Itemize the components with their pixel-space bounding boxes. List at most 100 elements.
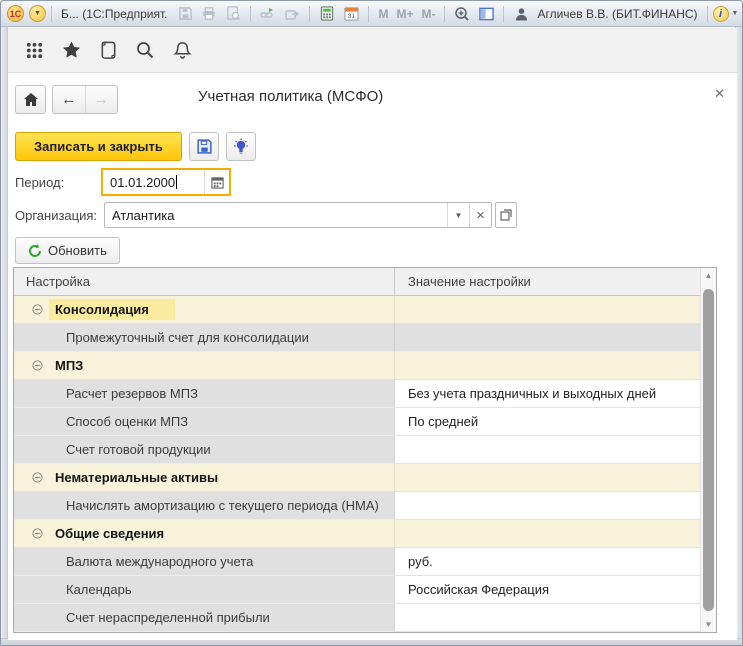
- setting-cell[interactable]: Календарь: [14, 576, 395, 604]
- scroll-down-icon[interactable]: ▼: [701, 620, 716, 629]
- table-row[interactable]: Способ оценки МПЗ По средней: [14, 408, 716, 436]
- column-header-value[interactable]: Значение настройки: [395, 268, 700, 295]
- settings-table-body: Консолидация Промежуточный счет для конс…: [14, 296, 716, 632]
- text-cursor: [176, 175, 177, 189]
- table-row[interactable]: Календарь Российская Федерация: [14, 576, 716, 604]
- table-row[interactable]: Нематериальные активы: [14, 464, 716, 492]
- setting-cell[interactable]: Счет готовой продукции: [14, 436, 395, 464]
- value-cell[interactable]: руб.: [395, 548, 700, 576]
- scrollbar-thumb[interactable]: [703, 289, 714, 611]
- zoom-icon[interactable]: [452, 5, 472, 23]
- calculator-icon[interactable]: [317, 5, 337, 23]
- setting-cell[interactable]: Начислять амортизацию с текущего периода…: [14, 492, 395, 520]
- organization-input[interactable]: Атлантика ▼ ✕: [104, 202, 492, 228]
- save-icon[interactable]: [175, 5, 195, 23]
- main-menu-button[interactable]: ▼: [29, 5, 46, 22]
- favorites-star-icon[interactable]: [60, 39, 82, 61]
- hint-button[interactable]: [226, 132, 256, 161]
- settings-table: Настройка Значение настройки Консолидаци…: [13, 267, 717, 633]
- table-row[interactable]: Валюта международного учета руб.: [14, 548, 716, 576]
- refresh-button[interactable]: Обновить: [15, 237, 120, 264]
- memory-m-button[interactable]: M: [378, 7, 388, 21]
- divider: [250, 6, 251, 22]
- vertical-scrollbar[interactable]: ▲ ▼: [700, 268, 716, 632]
- organization-label: Организация:: [15, 208, 97, 223]
- table-row[interactable]: Счет готовой продукции: [14, 436, 716, 464]
- app-window: 1С ▼ Б... (1С:Предприят. 31 M M+ M-: [0, 0, 743, 646]
- info-icon[interactable]: i: [713, 6, 729, 22]
- back-button[interactable]: ←: [53, 86, 86, 113]
- setting-name: Способ оценки МПЗ: [66, 414, 188, 429]
- history-icon[interactable]: [97, 39, 119, 61]
- organization-open-button[interactable]: [495, 202, 517, 228]
- setting-value: Без учета праздничных и выходных дней: [408, 386, 656, 401]
- period-label: Период:: [15, 175, 64, 190]
- close-form-button[interactable]: ✕: [714, 86, 725, 102]
- collapse-icon[interactable]: [32, 360, 43, 371]
- collapse-icon[interactable]: [32, 304, 43, 315]
- save-button[interactable]: [189, 132, 219, 161]
- value-cell[interactable]: [395, 492, 700, 520]
- menu-grid-icon[interactable]: [23, 39, 45, 61]
- split-view-icon[interactable]: [476, 5, 496, 23]
- divider: [309, 6, 310, 22]
- print-preview-icon[interactable]: [223, 5, 243, 23]
- history-nav-group: ← →: [52, 85, 118, 114]
- period-input[interactable]: 01.01.2000: [101, 168, 231, 196]
- table-row[interactable]: Общие сведения: [14, 520, 716, 548]
- setting-cell[interactable]: Способ оценки МПЗ: [14, 408, 395, 436]
- setting-cell[interactable]: Счет нераспределенной прибыли: [14, 604, 395, 632]
- value-cell[interactable]: [395, 520, 700, 548]
- setting-name: Счет готовой продукции: [66, 442, 211, 457]
- page-title: Учетная политика (МСФО): [198, 88, 383, 105]
- value-cell[interactable]: Без учета праздничных и выходных дней: [395, 380, 700, 408]
- value-cell[interactable]: Российская Федерация: [395, 576, 700, 604]
- calendar-icon[interactable]: 31: [341, 5, 361, 23]
- collapse-icon[interactable]: [32, 472, 43, 483]
- value-cell[interactable]: [395, 324, 700, 352]
- setting-cell[interactable]: Расчет резервов МПЗ: [14, 380, 395, 408]
- setting-cell[interactable]: Валюта международного учета: [14, 548, 395, 576]
- setting-cell[interactable]: Консолидация: [14, 296, 395, 324]
- scroll-up-icon[interactable]: ▲: [701, 271, 716, 280]
- organization-clear-icon[interactable]: ✕: [469, 203, 491, 227]
- table-row[interactable]: Счет нераспределенной прибыли: [14, 604, 716, 632]
- open-icon: [500, 209, 512, 221]
- organization-dropdown-icon[interactable]: ▼: [447, 203, 469, 227]
- memory-m-minus-button[interactable]: M-: [421, 7, 435, 21]
- calendar-picker-icon[interactable]: [205, 176, 229, 189]
- setting-name: Начислять амортизацию с текущего периода…: [66, 498, 379, 513]
- setting-value: По средней: [408, 414, 478, 429]
- setting-name: Счет нераспределенной прибыли: [66, 610, 270, 625]
- setting-cell[interactable]: Нематериальные активы: [14, 464, 395, 492]
- memory-m-plus-button[interactable]: M+: [396, 7, 413, 21]
- value-cell[interactable]: [395, 464, 700, 492]
- table-row[interactable]: Промежуточный счет для консолидации: [14, 324, 716, 352]
- get-link-icon[interactable]: [258, 5, 278, 23]
- table-row[interactable]: Расчет резервов МПЗ Без учета праздничны…: [14, 380, 716, 408]
- go-link-icon[interactable]: [282, 5, 302, 23]
- setting-name: Промежуточный счет для консолидации: [66, 330, 309, 345]
- current-user-label[interactable]: Агличев В.В. (БИТ.ФИНАНС): [537, 7, 697, 21]
- table-row[interactable]: Консолидация: [14, 296, 716, 324]
- titlebar-right-controls: i ▼ – ✕: [702, 6, 743, 22]
- value-cell[interactable]: [395, 296, 700, 324]
- collapse-icon[interactable]: [32, 528, 43, 539]
- table-row[interactable]: МПЗ: [14, 352, 716, 380]
- home-button[interactable]: [15, 85, 46, 114]
- column-header-setting[interactable]: Настройка: [14, 268, 395, 295]
- value-cell[interactable]: [395, 604, 700, 632]
- save-and-close-button[interactable]: Записать и закрыть: [15, 132, 182, 161]
- setting-cell[interactable]: МПЗ: [14, 352, 395, 380]
- value-cell[interactable]: [395, 436, 700, 464]
- table-row[interactable]: Начислять амортизацию с текущего периода…: [14, 492, 716, 520]
- print-icon[interactable]: [199, 5, 219, 23]
- value-cell[interactable]: По средней: [395, 408, 700, 436]
- value-cell[interactable]: [395, 352, 700, 380]
- forward-button[interactable]: →: [86, 86, 118, 113]
- search-icon[interactable]: [134, 39, 156, 61]
- setting-cell[interactable]: Общие сведения: [14, 520, 395, 548]
- setting-cell[interactable]: Промежуточный счет для консолидации: [14, 324, 395, 352]
- info-dropdown-icon[interactable]: ▼: [732, 10, 739, 17]
- notifications-bell-icon[interactable]: [171, 39, 193, 61]
